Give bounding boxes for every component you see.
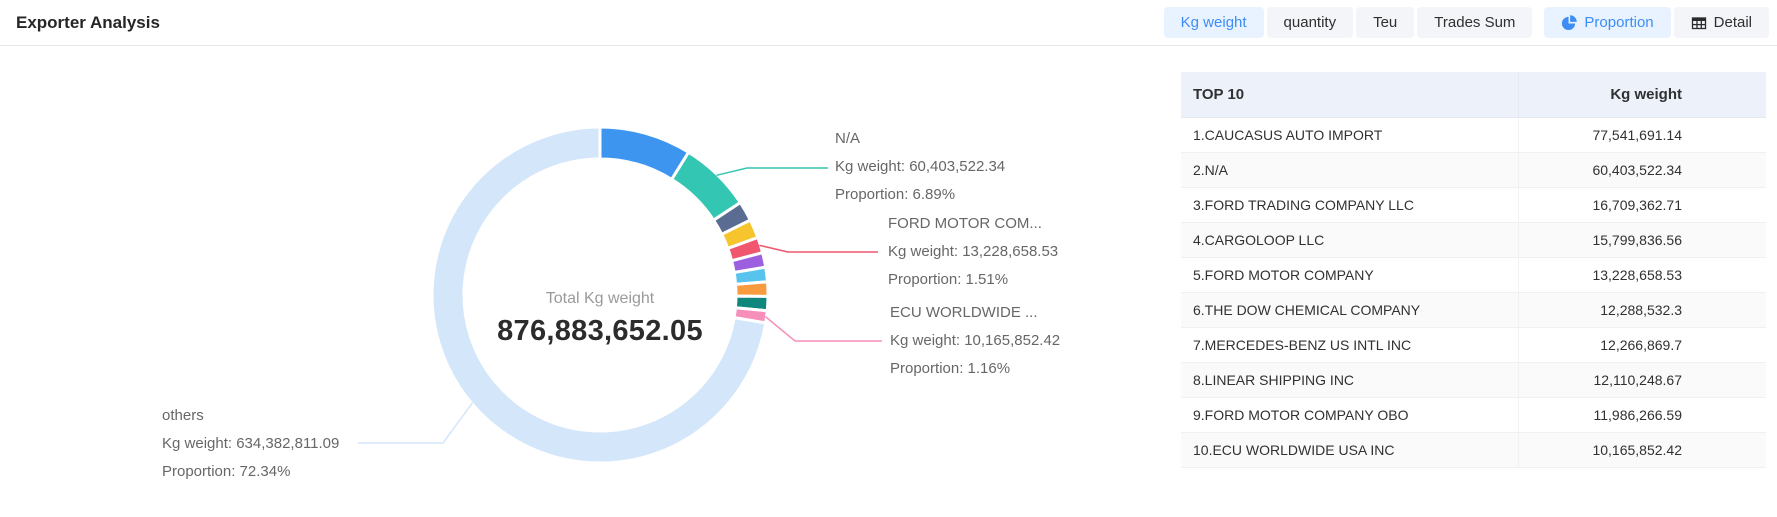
callout-proportion: Proportion: 1.16% bbox=[890, 355, 1060, 383]
exporter-kg-weight: 60,403,522.34 bbox=[1518, 152, 1766, 187]
table-icon bbox=[1691, 15, 1707, 31]
callout-kg-weight: Kg weight: 60,403,522.34 bbox=[835, 153, 1005, 181]
exporter-kg-weight: 13,228,658.53 bbox=[1518, 257, 1766, 292]
tab-label: Proportion bbox=[1584, 14, 1653, 31]
table-row: 3.FORD TRADING COMPANY LLC16,709,362.71 bbox=[1181, 187, 1766, 222]
exporter-name: 1.CAUCASUS AUTO IMPORT bbox=[1181, 117, 1518, 152]
callout-name: ECU WORLDWIDE ... bbox=[890, 299, 1060, 327]
exporter-name: 9.FORD MOTOR COMPANY OBO bbox=[1181, 397, 1518, 432]
table-row: 7.MERCEDES-BENZ US INTL INC12,266,869.7 bbox=[1181, 327, 1766, 362]
main-content: Total Kg weight 876,883,652.05 N/AKg wei… bbox=[0, 46, 1777, 517]
table-header-row: TOP 10 Kg weight bbox=[1181, 72, 1766, 117]
table-row: 9.FORD MOTOR COMPANY OBO11,986,266.59 bbox=[1181, 397, 1766, 432]
page-title: Exporter Analysis bbox=[16, 13, 160, 33]
exporter-name: 10.ECU WORLDWIDE USA INC bbox=[1181, 432, 1518, 467]
exporter-name: 5.FORD MOTOR COMPANY bbox=[1181, 257, 1518, 292]
total-value: 876,883,652.05 bbox=[450, 315, 750, 348]
exporter-kg-weight: 12,288,532.3 bbox=[1518, 292, 1766, 327]
exporter-name: 6.THE DOW CHEMICAL COMPANY bbox=[1181, 292, 1518, 327]
callout-ford-motor-com: FORD MOTOR COM...Kg weight: 13,228,658.5… bbox=[888, 210, 1058, 294]
tab-proportion[interactable]: Proportion bbox=[1544, 7, 1670, 38]
exporter-kg-weight: 10,165,852.42 bbox=[1518, 432, 1766, 467]
table-row: 6.THE DOW CHEMICAL COMPANY12,288,532.3 bbox=[1181, 292, 1766, 327]
callout-n-a: N/AKg weight: 60,403,522.34Proportion: 6… bbox=[835, 125, 1005, 209]
exporter-name: 2.N/A bbox=[1181, 152, 1518, 187]
top10-table: TOP 10 Kg weight 1.CAUCASUS AUTO IMPORT7… bbox=[1181, 72, 1766, 468]
callout-proportion: Proportion: 1.51% bbox=[888, 266, 1058, 294]
exporter-kg-weight: 12,110,248.67 bbox=[1518, 362, 1766, 397]
callout-proportion: Proportion: 6.89% bbox=[835, 181, 1005, 209]
exporter-kg-weight: 11,986,266.59 bbox=[1518, 397, 1766, 432]
table-row: 10.ECU WORLDWIDE USA INC10,165,852.42 bbox=[1181, 432, 1766, 467]
exporter-analysis-page: Exporter Analysis Kg weight quantity Teu Tr… bbox=[0, 0, 1777, 517]
pie-chart-icon bbox=[1561, 15, 1577, 31]
exporter-name: 8.LINEAR SHIPPING INC bbox=[1181, 362, 1518, 397]
leader-line-others bbox=[358, 403, 472, 443]
table-header-top10: TOP 10 bbox=[1181, 72, 1518, 117]
callout-proportion: Proportion: 72.34% bbox=[162, 458, 339, 486]
callout-name: N/A bbox=[835, 125, 1005, 153]
top10-table-panel: TOP 10 Kg weight 1.CAUCASUS AUTO IMPORT7… bbox=[1181, 72, 1766, 468]
metric-tab-group: Kg weight quantity Teu Trades Sum bbox=[1164, 7, 1533, 38]
tab-label: Trades Sum bbox=[1434, 14, 1515, 31]
toolbar: Kg weight quantity Teu Trades Sum Proportio… bbox=[1164, 7, 1769, 38]
tab-label: Teu bbox=[1373, 14, 1397, 31]
tab-trades-sum[interactable]: Trades Sum bbox=[1417, 7, 1532, 38]
exporter-name: 7.MERCEDES-BENZ US INTL INC bbox=[1181, 327, 1518, 362]
tab-label: Kg weight bbox=[1181, 14, 1247, 31]
tab-teu[interactable]: Teu bbox=[1356, 7, 1414, 38]
callout-others: othersKg weight: 634,382,811.09Proportio… bbox=[162, 402, 339, 486]
callout-name: FORD MOTOR COM... bbox=[888, 210, 1058, 238]
exporter-kg-weight: 15,799,836.56 bbox=[1518, 222, 1766, 257]
table-row: 2.N/A60,403,522.34 bbox=[1181, 152, 1766, 187]
tab-quantity[interactable]: quantity bbox=[1267, 7, 1354, 38]
callout-kg-weight: Kg weight: 634,382,811.09 bbox=[162, 430, 339, 458]
callout-kg-weight: Kg weight: 10,165,852.42 bbox=[890, 327, 1060, 355]
tab-label: Detail bbox=[1714, 14, 1752, 31]
exporter-name: 4.CARGOLOOP LLC bbox=[1181, 222, 1518, 257]
exporter-name: 3.FORD TRADING COMPANY LLC bbox=[1181, 187, 1518, 222]
callout-name: others bbox=[162, 402, 339, 430]
total-label: Total Kg weight bbox=[450, 290, 750, 308]
leader-line-n-a bbox=[716, 168, 828, 175]
donut-chart: Total Kg weight 876,883,652.05 N/AKg wei… bbox=[0, 46, 1181, 517]
table-row: 8.LINEAR SHIPPING INC12,110,248.67 bbox=[1181, 362, 1766, 397]
leader-line-ford-motor-com bbox=[759, 245, 878, 252]
callout-ecu-worldwide: ECU WORLDWIDE ...Kg weight: 10,165,852.4… bbox=[890, 299, 1060, 383]
exporter-kg-weight: 16,709,362.71 bbox=[1518, 187, 1766, 222]
page-header: Exporter Analysis Kg weight quantity Teu Tr… bbox=[0, 0, 1777, 46]
tab-detail[interactable]: Detail bbox=[1674, 7, 1769, 38]
table-row: 1.CAUCASUS AUTO IMPORT77,541,691.14 bbox=[1181, 117, 1766, 152]
table-row: 4.CARGOLOOP LLC15,799,836.56 bbox=[1181, 222, 1766, 257]
chart-center-label: Total Kg weight 876,883,652.05 bbox=[450, 290, 750, 348]
view-tab-group: Proportion Detail bbox=[1544, 7, 1769, 38]
tab-label: quantity bbox=[1284, 14, 1337, 31]
callout-kg-weight: Kg weight: 13,228,658.53 bbox=[888, 238, 1058, 266]
exporter-kg-weight: 77,541,691.14 bbox=[1518, 117, 1766, 152]
leader-line-ecu-worldwide bbox=[766, 317, 882, 341]
table-header-kg-weight: Kg weight bbox=[1518, 72, 1766, 117]
table-row: 5.FORD MOTOR COMPANY13,228,658.53 bbox=[1181, 257, 1766, 292]
exporter-kg-weight: 12,266,869.7 bbox=[1518, 327, 1766, 362]
tab-kg-weight[interactable]: Kg weight bbox=[1164, 7, 1264, 38]
